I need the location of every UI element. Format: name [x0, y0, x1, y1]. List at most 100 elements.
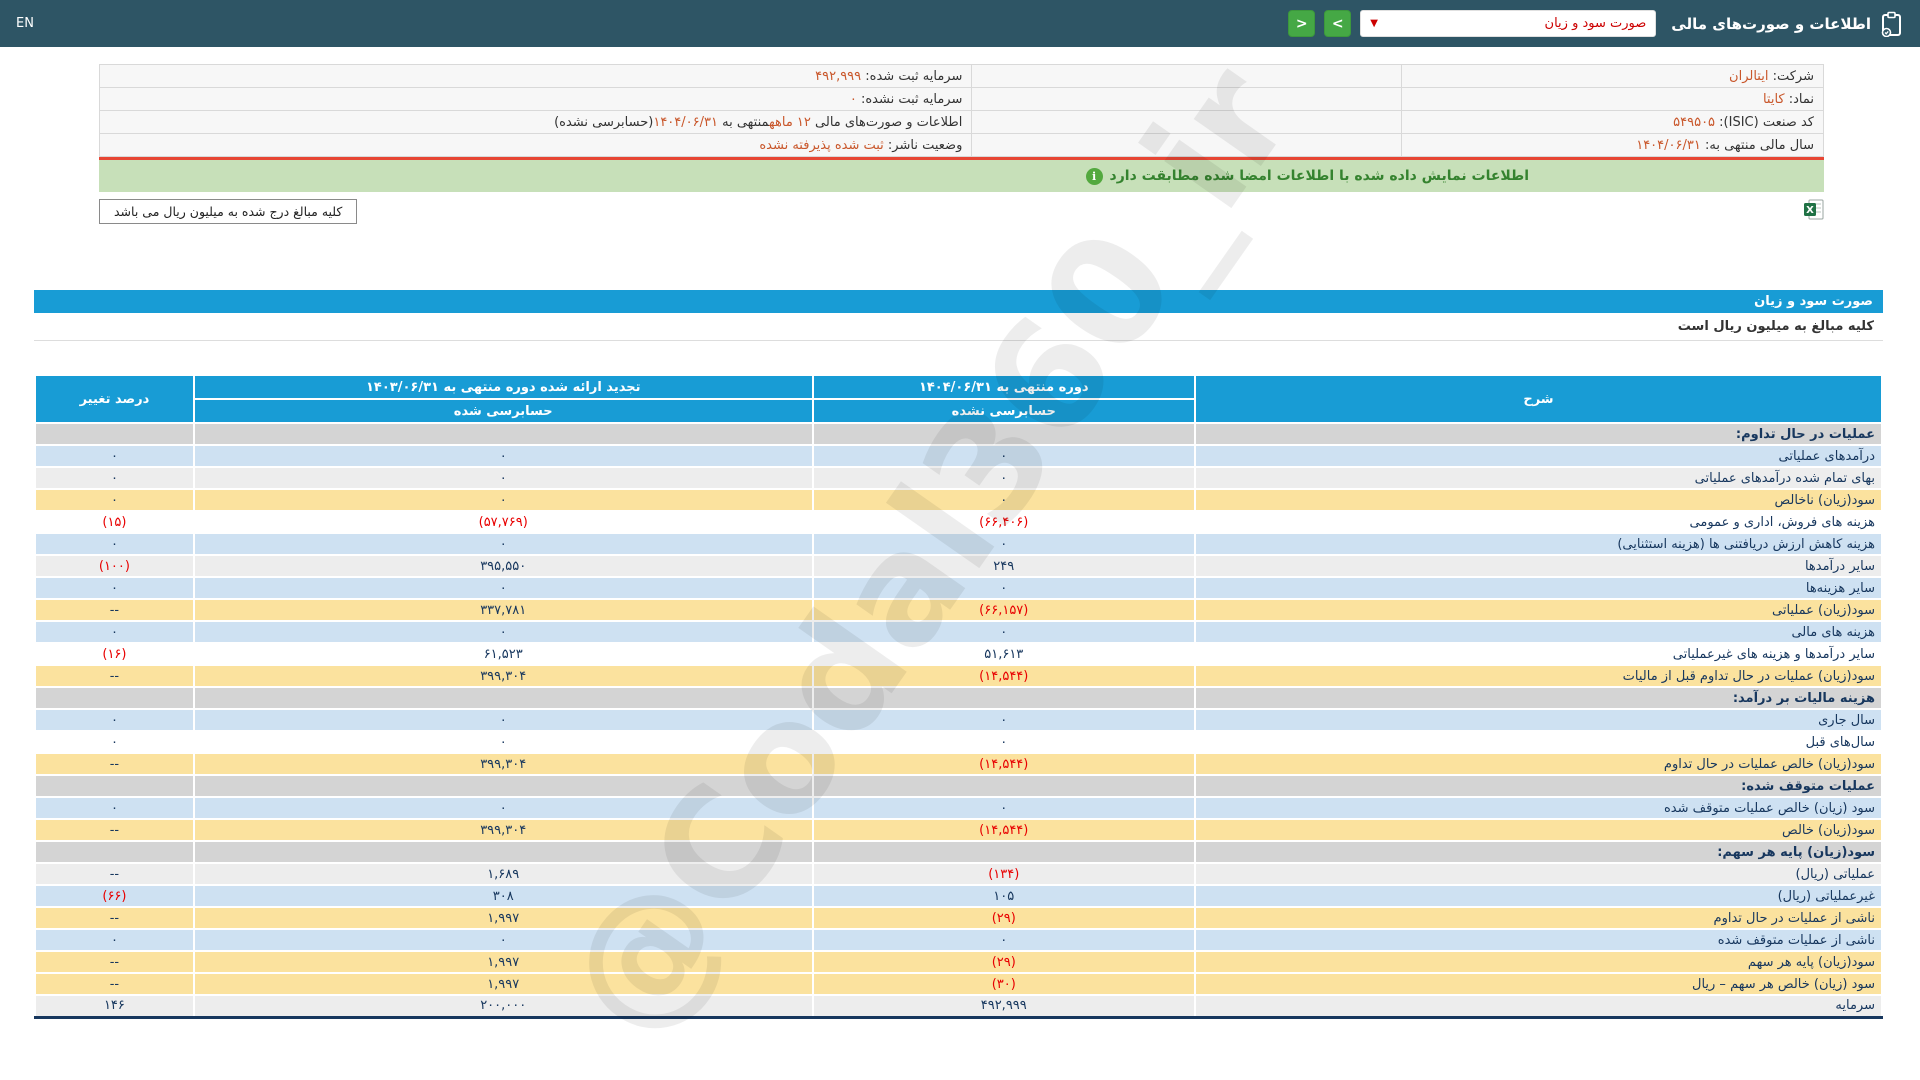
cell-change-percent: --	[34, 664, 195, 688]
section-row: عملیات در حال تداوم:	[34, 422, 1884, 446]
row-label: ناشی از عملیات متوقف شده	[1193, 928, 1884, 952]
row-label: عملیات متوقف شده:	[1193, 774, 1884, 798]
col-header-description: شرح	[1193, 374, 1884, 424]
cell-restated-period: ۱,۶۸۹	[192, 862, 814, 886]
cell-change-percent: (۱۵)	[34, 510, 195, 534]
cell-restated-period: ۱,۹۹۷	[192, 906, 814, 930]
statement-row: سود(زیان) خالص (۱۴,۵۴۴) ۳۹۹,۳۰۴ --	[34, 818, 1884, 842]
cell-restated-period: ۶۱,۵۲۳	[192, 642, 814, 666]
row-label: سایر درآمدها و هزینه های غیرعملیاتی	[1193, 642, 1884, 666]
row-label: سود(زیان) خالص	[1193, 818, 1884, 842]
cell-current-period: ۰	[811, 576, 1196, 600]
row-label: سرمایه	[1193, 994, 1884, 1018]
info-icon: i	[1085, 167, 1103, 185]
row-label: سود (زیان) خالص عملیات متوقف شده	[1193, 796, 1884, 820]
cell-change-percent: ۱۴۶	[34, 994, 195, 1018]
row-label: سال‌های قبل	[1193, 730, 1884, 754]
info-label: (حسابرسی نشده)	[554, 114, 654, 130]
statement-row: سود (زیان) خالص هر سهم – ریال (۳۰) ۱,۹۹۷ --	[34, 972, 1884, 996]
statement-section: صورت سود و زیان کلیه مبالغ به میلیون ریا…	[34, 290, 1884, 1019]
row-label: هزینه های فروش، اداری و عمومی	[1193, 510, 1884, 534]
info-label: سرمایه ثبت نشده:	[856, 91, 963, 107]
statement-row: ناشی از عملیات متوقف شده ۰ ۰ ۰	[34, 928, 1884, 952]
cell-change-percent: (۶۶)	[34, 884, 195, 908]
cell-current-period: (۱۴,۵۴۴)	[811, 818, 1196, 842]
cell-change-percent: (۱۶)	[34, 642, 195, 666]
row-label: سود(زیان) پایه هر سهم	[1193, 950, 1884, 974]
row-label: عملیات در حال تداوم:	[1193, 422, 1884, 446]
row-label: سایر درآمدها	[1193, 554, 1884, 578]
cell-restated-period: ۳۹۹,۳۰۴	[192, 752, 814, 776]
cell-change-percent: ۰	[34, 620, 195, 644]
company-info-panel: شرکت: ایتالران سرمایه ثبت شده: ۴۹۲,۹۹۹ نما…	[98, 64, 1825, 157]
row-label: سود(زیان) خالص عملیات در حال تداوم	[1193, 752, 1884, 776]
next-statement-button[interactable]: >	[1324, 10, 1352, 37]
cell-change-percent: --	[34, 906, 195, 930]
cell-current-period: ۰	[811, 488, 1196, 512]
cell-change-percent: ۰	[34, 488, 195, 512]
statement-row: هزینه های مالی ۰ ۰ ۰	[34, 620, 1884, 644]
statement-row: سود(زیان) خالص عملیات در حال تداوم (۱۴,۵۴…	[34, 752, 1884, 776]
cell-restated-period: (۵۷,۷۶۹)	[192, 510, 814, 534]
row-label: درآمدهای عملیاتی	[1193, 444, 1884, 468]
info-label: شرکت:	[1768, 68, 1814, 84]
row-label: هزینه کاهش ارزش دریافتنی ها (هزینه استثن…	[1193, 532, 1884, 556]
col-subheader-audited: حسابرسی شده	[192, 398, 814, 424]
excel-export-icon[interactable]: X	[1804, 199, 1824, 220]
signature-match-banner: اطلاعات نمایش داده شده با اطلاعات امضا ش…	[99, 160, 1824, 192]
company-info-table: شرکت: ایتالران سرمایه ثبت شده: ۴۹۲,۹۹۹ نما…	[98, 64, 1825, 157]
cell-change-percent: ۰	[34, 576, 195, 600]
clipboard-icon	[1881, 11, 1901, 37]
statement-row: سرمایه ۴۹۲,۹۹۹ ۲۰۰,۰۰۰ ۱۴۶	[34, 994, 1884, 1018]
cell-restated-period: ۰	[192, 532, 814, 556]
info-label: منتهی به	[717, 114, 770, 130]
cell-restated-period: ۰	[192, 928, 814, 952]
dropdown-selected-value: صورت سود و زیان	[1544, 16, 1647, 31]
statement-row: درآمدهای عملیاتی ۰ ۰ ۰	[34, 444, 1884, 468]
info-label: کد صنعت (ISIC):	[1715, 114, 1814, 130]
cell-current-period: (۱۳۴)	[811, 862, 1196, 886]
statement-row: هزینه کاهش ارزش دریافتنی ها (هزینه استثن…	[34, 532, 1884, 556]
info-cell-empty	[971, 133, 1402, 157]
statement-row: غیرعملیاتی (ریال) ۱۰۵ ۳۰۸ (۶۶)	[34, 884, 1884, 908]
cell-restated-period: ۲۰۰,۰۰۰	[192, 994, 814, 1018]
statement-row: بهای تمام شده درآمدهای عملیاتی ۰ ۰ ۰	[34, 466, 1884, 490]
statement-type-dropdown[interactable]: صورت سود و زیان ▼	[1360, 10, 1657, 37]
row-label: سایر هزینه‌ها	[1193, 576, 1884, 600]
info-value: ۰	[849, 91, 857, 107]
cell-change-percent: --	[34, 972, 195, 996]
cell-current-period: ۰	[811, 620, 1196, 644]
svg-text:X: X	[1806, 205, 1814, 216]
cell-restated-period: ۰	[192, 620, 814, 644]
info-value: ۴۹۲,۹۹۹	[815, 68, 862, 84]
cell-restated-period	[192, 686, 814, 710]
cell-current-period: ۰	[811, 730, 1196, 754]
statement-row: هزینه های فروش، اداری و عمومی (۶۶,۴۰۶) (۵۷…	[34, 510, 1884, 534]
info-value: ۱۲ ماهه	[769, 114, 811, 130]
info-cell-left: سرمایه ثبت شده: ۴۹۲,۹۹۹	[98, 64, 973, 88]
cell-restated-period: ۰	[192, 488, 814, 512]
info-cell-right: سال مالی منتهی به: ۱۴۰۴/۰۶/۳۱	[1400, 133, 1825, 157]
cell-restated-period: ۰	[192, 466, 814, 490]
cell-change-percent: ۰	[34, 730, 195, 754]
info-label: اطلاعات و صورت‌های مالی	[810, 114, 963, 130]
cell-change-percent: --	[34, 598, 195, 622]
info-value: کایتا	[1762, 91, 1785, 107]
cell-restated-period: ۱,۹۹۷	[192, 950, 814, 974]
info-cell-empty	[971, 87, 1402, 111]
cell-current-period	[811, 686, 1196, 710]
row-label: بهای تمام شده درآمدهای عملیاتی	[1193, 466, 1884, 490]
prev-statement-button[interactable]: <	[1288, 10, 1316, 37]
info-cell-empty	[971, 64, 1402, 88]
statement-row: سایر درآمدها ۲۴۹ ۳۹۵,۵۵۰ (۱۰۰)	[34, 554, 1884, 578]
statement-row: سال‌های قبل ۰ ۰ ۰	[34, 730, 1884, 754]
statement-title-bar: صورت سود و زیان	[34, 290, 1883, 313]
section-row: هزینه مالیات بر درآمد:	[34, 686, 1884, 710]
info-label: نماد:	[1784, 91, 1814, 107]
cell-change-percent: ۰	[34, 466, 195, 490]
company-info-body: شرکت: ایتالران سرمایه ثبت شده: ۴۹۲,۹۹۹ نما…	[98, 64, 1825, 157]
english-language-link[interactable]: EN	[16, 16, 34, 31]
statement-row: سود(زیان) عملیاتی (۶۶,۱۵۷) ۳۳۷,۷۸۱ --	[34, 598, 1884, 622]
cell-current-period: (۶۶,۱۵۷)	[811, 598, 1196, 622]
row-label: سود(زیان) ناخالص	[1193, 488, 1884, 512]
